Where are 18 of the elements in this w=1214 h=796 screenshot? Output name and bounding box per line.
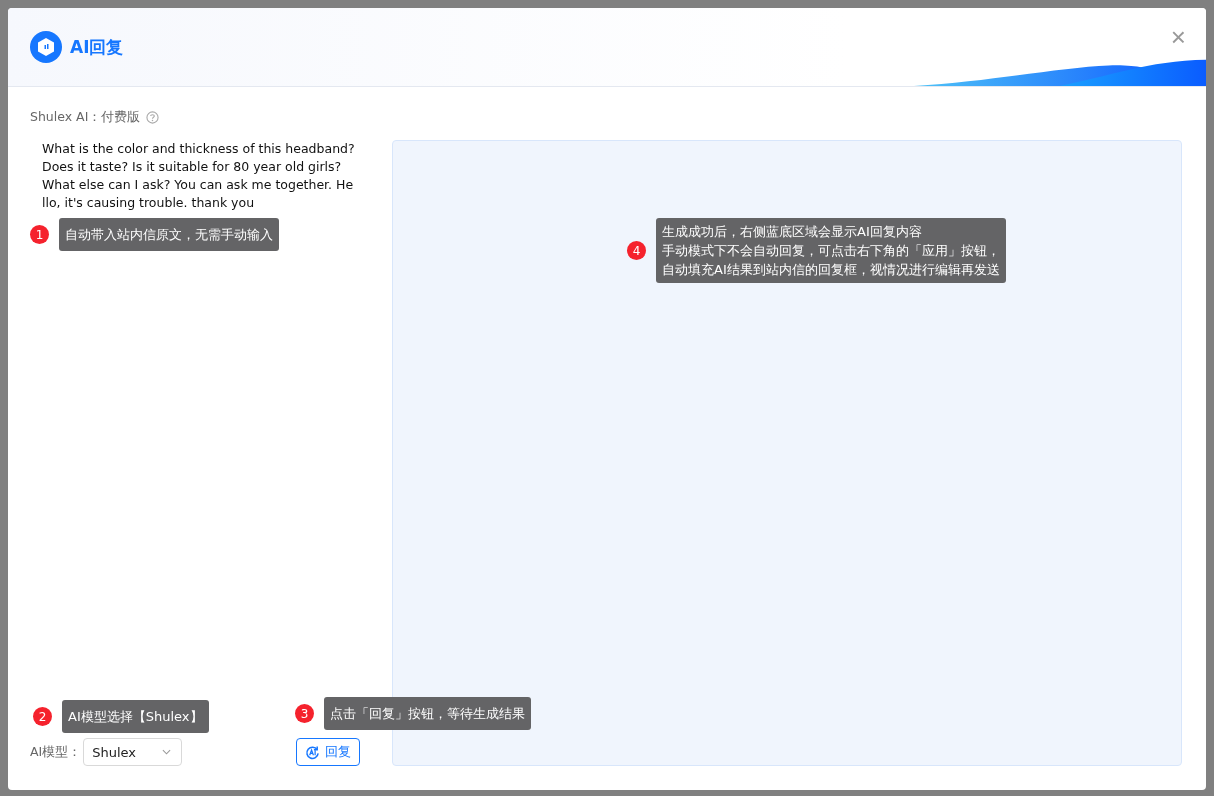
dialog-title: AI回复 [70,35,124,59]
hint-tooltip: 生成成功后，右侧蓝底区域会显示AI回复内容 手动模式下不会自动回复，可点击右下角的「应用」按钮， 自动填充AI结果到站内信的回复框，视情况进行编辑再发送 [656,218,1006,283]
help-icon [146,111,160,124]
step-number: 3 [295,704,314,723]
step-number: 2 [33,707,52,726]
reply-button[interactable]: 回复 [296,738,360,766]
message-text: What is the color and thickness of this headband? Does it taste? Is it suitable for 80 year old girls? What else can I ask? You can ask me together. Hello, it's causing trouble. thank you [41,140,356,212]
hint-tooltip: 点击「回复」按钮，等待生成结果 [324,697,531,730]
chevron-icon [162,749,172,755]
ai-refresh-icon [305,744,320,760]
hint-tooltip: 自动带入站内信原文，无需手动输入 [59,218,279,251]
model-select[interactable]: Shulex [83,738,183,766]
close-button[interactable]: × [1168,24,1188,50]
model-label: AI模型： [30,743,82,761]
step-number: 1 [30,225,49,244]
plan-label: Shulex AI：付费版 [30,109,141,126]
hint-tooltip: AI模型选择【Shulex】 [62,700,209,733]
logo-icon [30,31,62,63]
